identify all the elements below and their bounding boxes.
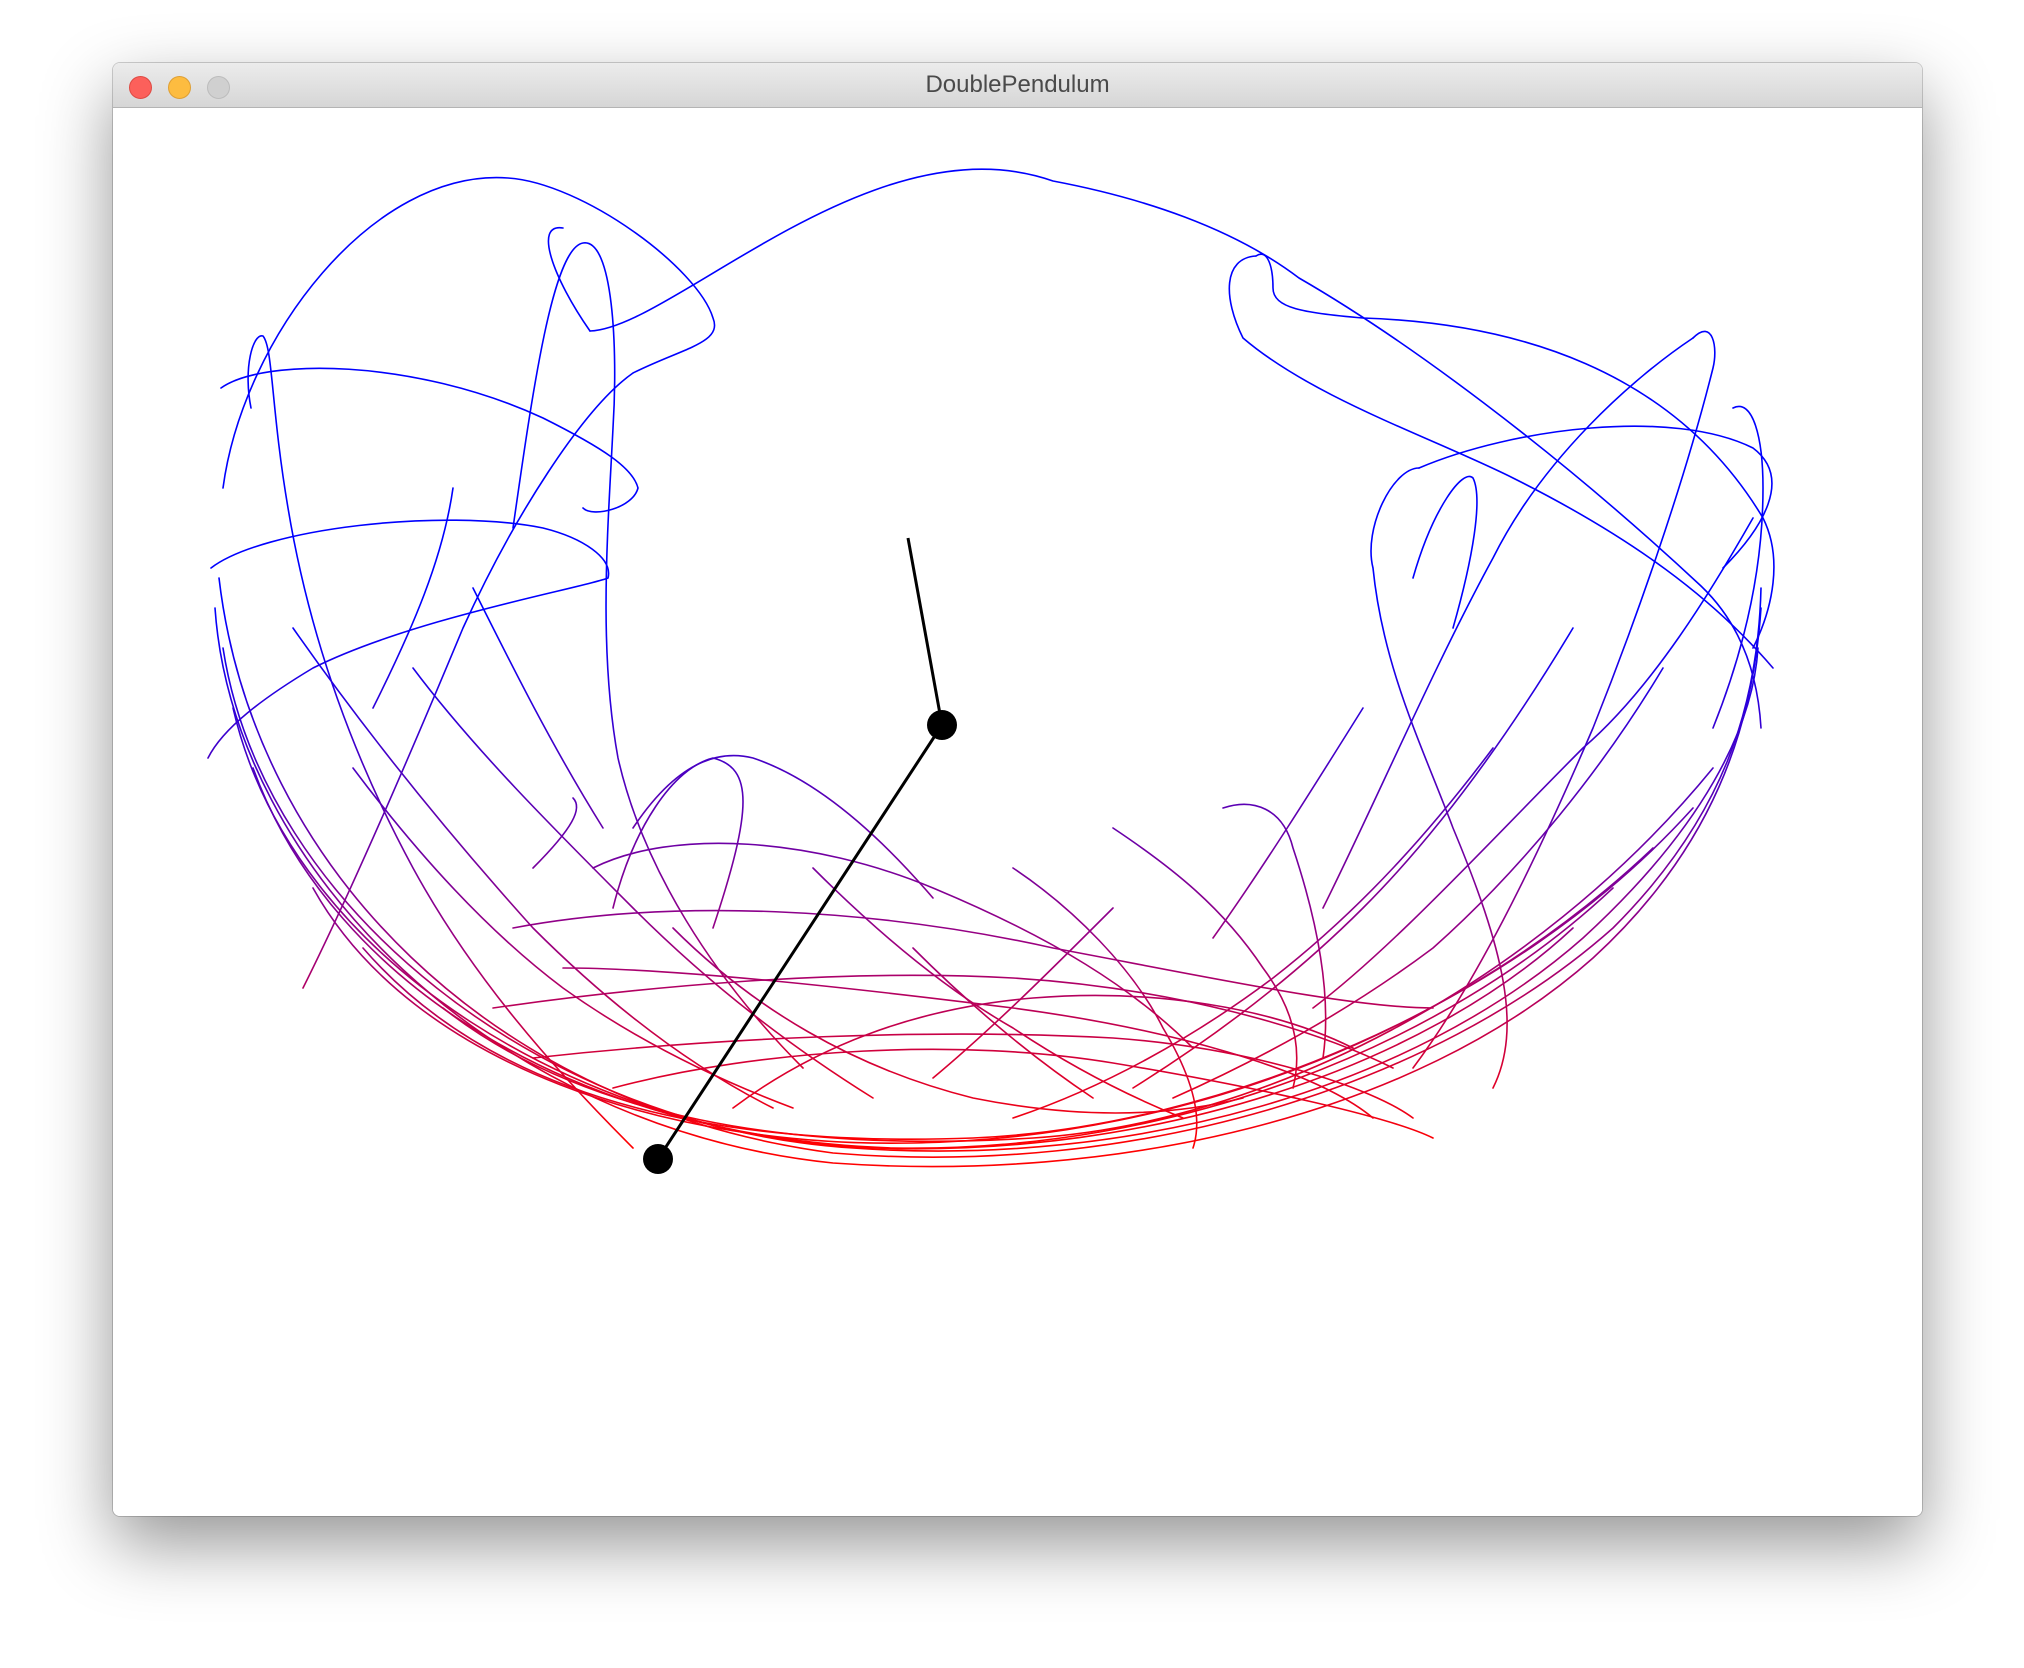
pendulum-trail — [207, 168, 1775, 1168]
app-window: DoublePendulum — [113, 63, 1922, 1516]
title-bar[interactable]: DoublePendulum — [113, 63, 1922, 108]
pendulum-drawing — [207, 168, 1775, 1174]
lower-bob — [643, 1144, 673, 1174]
pendulum-canvas — [113, 108, 1922, 1516]
upper-arm — [906, 537, 944, 726]
window-title: DoublePendulum — [925, 71, 1110, 98]
upper-bob — [927, 710, 957, 740]
